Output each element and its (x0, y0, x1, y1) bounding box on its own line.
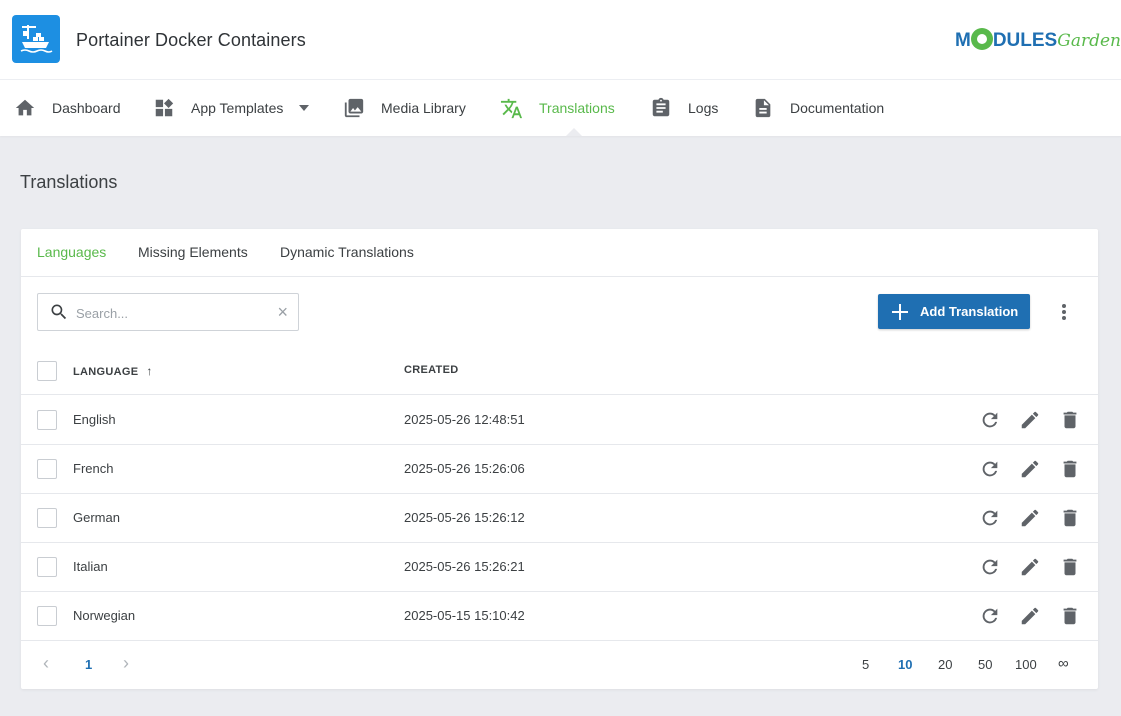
next-page-button[interactable]: › (123, 653, 129, 674)
chevron-down-icon (299, 105, 310, 111)
tab-missing-elements[interactable]: Missing Elements (138, 229, 248, 276)
image-library-icon (344, 98, 364, 118)
created-cell: 2025-05-26 15:26:12 (404, 510, 525, 525)
delete-icon[interactable] (1059, 409, 1081, 431)
add-translation-label: Add Translation (920, 304, 1019, 319)
edit-icon[interactable] (1019, 605, 1041, 627)
modulesgarden-logo: M DULESGarden (955, 26, 1121, 56)
nav-label: Documentation (790, 100, 885, 116)
search-box: × (37, 293, 299, 331)
select-all-checkbox[interactable] (37, 361, 57, 381)
created-cell: 2025-05-26 15:26:21 (404, 559, 525, 574)
language-cell: German (73, 510, 120, 525)
tab-languages[interactable]: Languages (37, 229, 106, 276)
prev-page-button[interactable]: ‹ (43, 653, 49, 674)
nav-item-app-templates[interactable]: App Templates (153, 80, 310, 136)
page-size-option[interactable]: ∞ (1058, 655, 1069, 672)
table-row: French 2025-05-26 15:26:06 (21, 445, 1098, 494)
edit-icon[interactable] (1019, 458, 1041, 480)
created-cell: 2025-05-26 12:48:51 (404, 412, 525, 427)
sort-asc-icon: ↑ (146, 364, 153, 378)
row-checkbox[interactable] (37, 459, 57, 479)
search-input[interactable] (76, 302, 266, 324)
nav-label: Dashboard (52, 100, 121, 116)
nav-item-logs[interactable]: Logs (650, 80, 718, 136)
page-size-option[interactable]: 5 (862, 657, 869, 672)
refresh-icon[interactable] (979, 458, 1001, 480)
document-icon (755, 98, 771, 118)
active-nav-indicator (566, 128, 582, 136)
page-title: Translations (20, 172, 118, 192)
nav-label: App Templates (191, 100, 284, 116)
edit-icon[interactable] (1019, 409, 1041, 431)
row-checkbox[interactable] (37, 410, 57, 430)
brand-main: DULES (992, 30, 1058, 51)
refresh-icon[interactable] (979, 556, 1001, 578)
tab-bar: Languages Missing Elements Dynamic Trans… (21, 229, 1098, 277)
nav-item-translations[interactable]: Translations (500, 80, 615, 136)
app-title: Portainer Docker Containers (76, 30, 306, 50)
nav-item-documentation[interactable]: Documentation (752, 80, 884, 136)
home-icon (15, 99, 35, 116)
language-cell: English (73, 412, 116, 427)
widgets-icon (155, 98, 174, 117)
more-options-icon[interactable] (1055, 301, 1073, 323)
brand-prefix: M (955, 30, 971, 51)
row-checkbox[interactable] (37, 606, 57, 626)
nav-item-dashboard[interactable]: Dashboard (14, 80, 121, 136)
pagination: ‹ 1 › 5 10 20 50 100 ∞ (21, 641, 1098, 689)
language-cell: French (73, 461, 114, 476)
delete-icon[interactable] (1059, 556, 1081, 578)
table-row: Italian 2025-05-26 15:26:21 (21, 543, 1098, 592)
row-checkbox[interactable] (37, 508, 57, 528)
page-size-option[interactable]: 100 (1015, 657, 1037, 672)
page-size-option[interactable]: 50 (978, 657, 992, 672)
nav-item-media-library[interactable]: Media Library (343, 80, 466, 136)
row-checkbox[interactable] (37, 557, 57, 577)
refresh-icon[interactable] (979, 507, 1001, 529)
top-bar: Portainer Docker Containers M DULESGarden (0, 0, 1121, 80)
created-cell: 2025-05-15 15:10:42 (404, 608, 525, 623)
column-created[interactable]: CREATED (404, 364, 458, 376)
search-icon (51, 304, 67, 320)
table-row: German 2025-05-26 15:26:12 (21, 494, 1098, 543)
plus-icon (892, 303, 908, 320)
page-number[interactable]: 1 (85, 657, 92, 672)
clipboard-icon (652, 97, 670, 117)
refresh-icon[interactable] (979, 409, 1001, 431)
created-cell: 2025-05-26 15:26:06 (404, 461, 525, 476)
edit-icon[interactable] (1019, 556, 1041, 578)
translations-card: Languages Missing Elements Dynamic Trans… (21, 229, 1098, 689)
table-row: Norwegian 2025-05-15 15:10:42 (21, 592, 1098, 641)
translate-icon (500, 98, 523, 118)
app-logo (12, 15, 60, 63)
table-header: LANGUAGE ↑ CREATED (21, 347, 1098, 395)
page-size-option[interactable]: 10 (898, 657, 912, 672)
column-language[interactable]: LANGUAGE ↑ (73, 364, 153, 378)
brand-suffix: Garden (1057, 31, 1121, 51)
main-nav: Dashboard App Templates Media Library Tr… (0, 80, 1121, 136)
nav-label: Logs (688, 100, 719, 116)
brand-circle-icon (970, 28, 993, 50)
table-row: English 2025-05-26 12:48:51 (21, 396, 1098, 445)
ship-icon (20, 25, 53, 53)
add-translation-button[interactable]: Add Translation (878, 294, 1030, 329)
page-size-option[interactable]: 20 (938, 657, 952, 672)
clear-search-icon[interactable]: × (277, 303, 288, 321)
tab-dynamic-translations[interactable]: Dynamic Translations (280, 229, 414, 276)
column-language-label: LANGUAGE (73, 366, 139, 378)
edit-icon[interactable] (1019, 507, 1041, 529)
delete-icon[interactable] (1059, 458, 1081, 480)
nav-label: Media Library (381, 100, 466, 116)
language-cell: Italian (73, 559, 108, 574)
delete-icon[interactable] (1059, 605, 1081, 627)
delete-icon[interactable] (1059, 507, 1081, 529)
language-cell: Norwegian (73, 608, 136, 623)
nav-label: Translations (539, 100, 615, 116)
refresh-icon[interactable] (979, 605, 1001, 627)
